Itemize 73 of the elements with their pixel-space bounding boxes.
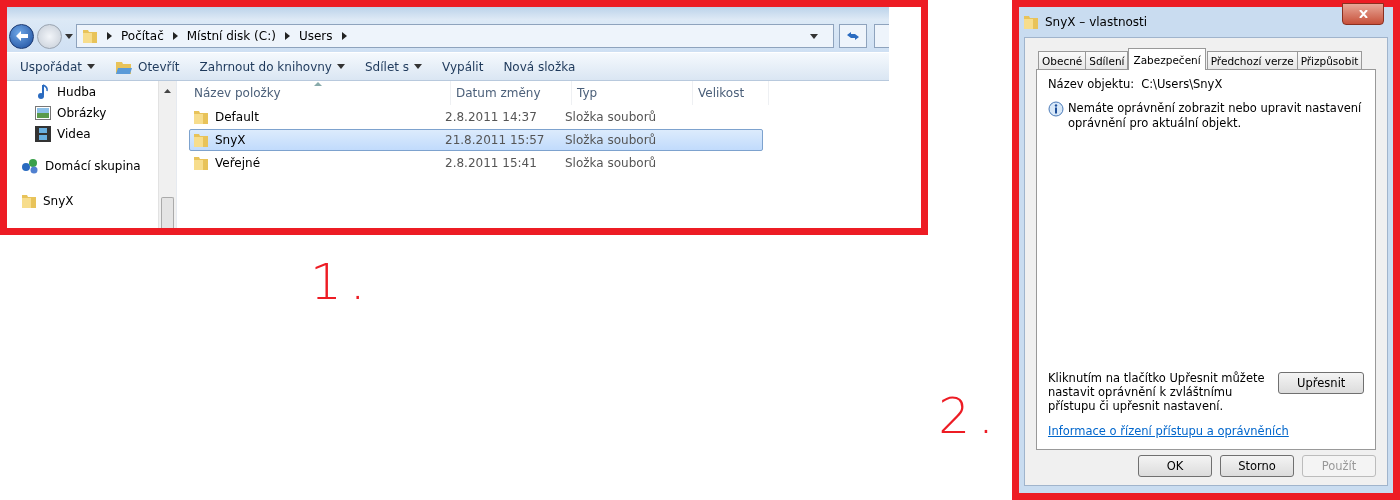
file-row[interactable]: Default 2.8.2011 14:37 Složka souborů: [189, 106, 763, 128]
refresh-icon: [846, 30, 860, 42]
search-field[interactable]: [874, 24, 889, 48]
modified-date: 21.8.2011 15:57: [445, 133, 546, 147]
history-caret-icon: [65, 33, 73, 39]
scroll-up-icon[interactable]: [164, 89, 171, 93]
breadcrumb-item[interactable]: Počítač: [121, 29, 164, 43]
chevron-icon[interactable]: [107, 32, 112, 40]
close-icon: [1358, 10, 1368, 18]
chevron-icon[interactable]: [284, 32, 290, 40]
help-link[interactable]: Informace o řízení přístupu a oprávněních: [1048, 424, 1364, 438]
chevron-icon[interactable]: [172, 32, 178, 40]
advanced-button[interactable]: Upřesnit: [1278, 372, 1364, 394]
object-path: C:\Users\SnyX: [1141, 77, 1223, 91]
toolbar-button[interactable]: Zahrnout do knihovny: [190, 55, 354, 78]
nav-item[interactable]: Hudba: [21, 81, 158, 102]
toolbar-button[interactable]: Nová složka: [494, 55, 585, 78]
dialog-button[interactable]: Storno: [1220, 455, 1294, 477]
breadcrumb-item[interactable]: Místní disk (C:): [186, 29, 276, 43]
file-type: Složka souborů: [565, 133, 658, 147]
file-row[interactable]: Veřejné 2.8.2011 15:41 Složka souborů: [189, 152, 763, 174]
file-name: Veřejné: [215, 156, 261, 170]
breadcrumb-item[interactable]: Users: [298, 29, 333, 43]
film-icon: [35, 125, 51, 142]
folder-icon: [193, 109, 209, 125]
toolbar-button[interactable]: Sdílet s: [356, 55, 432, 78]
object-label: Název objektu:: [1048, 77, 1135, 91]
sort-arrow-icon: [314, 82, 322, 86]
address-caret-icon: [810, 33, 818, 39]
caret-icon: [86, 64, 95, 69]
scrollbar-thumb[interactable]: [161, 197, 174, 228]
modified-date: 2.8.2011 14:37: [445, 110, 538, 124]
back-arrow-icon: [15, 31, 28, 41]
address-bar[interactable]: Počítač Místní disk (C:) Users: [76, 24, 834, 48]
nav-item[interactable]: Videa: [21, 123, 158, 144]
column-header[interactable]: Typ: [572, 81, 693, 105]
user-folder-icon: [21, 192, 37, 209]
chevron-icon[interactable]: [341, 32, 347, 40]
close-button[interactable]: [1342, 3, 1384, 25]
file-type: Složka souborů: [565, 110, 658, 124]
folder-icon: [1023, 14, 1039, 30]
file-name: SnyX: [215, 133, 246, 147]
nav-item[interactable]: Domácí skupina: [21, 155, 158, 176]
file-type: Složka souborů: [565, 156, 658, 170]
toolbar-button[interactable]: Uspořádat: [11, 55, 104, 78]
toolbar-button[interactable]: Otevřít: [105, 54, 189, 79]
handwritten-number: 1.: [310, 253, 374, 311]
homegroup-icon: [21, 157, 39, 174]
caret-icon: [337, 64, 345, 69]
music-note-icon: [35, 83, 51, 100]
advanced-description: Kliknutím na tlačítko Upřesnit můžete nastavit oprávnění k zvláštnímu přístupu či upřesnit nastavení.: [1048, 371, 1266, 413]
handwritten-number: 2.: [938, 387, 1002, 445]
folder-icon: [82, 28, 98, 44]
info-icon: [1048, 101, 1064, 117]
file-name: Default: [215, 110, 259, 124]
window-title: SnyX – vlastnosti: [1045, 15, 1148, 29]
file-row[interactable]: SnyX 21.8.2011 15:57 Složka souborů: [189, 129, 763, 151]
nav-item[interactable]: SnyX: [21, 190, 158, 211]
tab[interactable]: Zabezpečení: [1128, 48, 1206, 70]
column-header[interactable]: Velikost: [693, 81, 769, 105]
info-message: Nemáte oprávnění zobrazit nebo upravit nastavení oprávnění pro aktuální objekt.: [1068, 101, 1363, 131]
nav-item[interactable]: Obrázky: [21, 102, 158, 123]
back-button[interactable]: [9, 23, 34, 49]
tab[interactable]: Obecné: [1038, 51, 1087, 70]
dialog-button[interactable]: OK: [1138, 455, 1212, 477]
column-header[interactable]: Datum změny: [451, 81, 572, 105]
folder-icon: [193, 132, 209, 148]
caret-icon: [414, 64, 423, 69]
folder-icon: [193, 155, 209, 171]
toolbar-button[interactable]: Vypálit: [433, 55, 493, 78]
picture-icon: [35, 105, 51, 120]
modified-date: 2.8.2011 15:41: [445, 156, 538, 170]
refresh-button[interactable]: [839, 24, 867, 48]
